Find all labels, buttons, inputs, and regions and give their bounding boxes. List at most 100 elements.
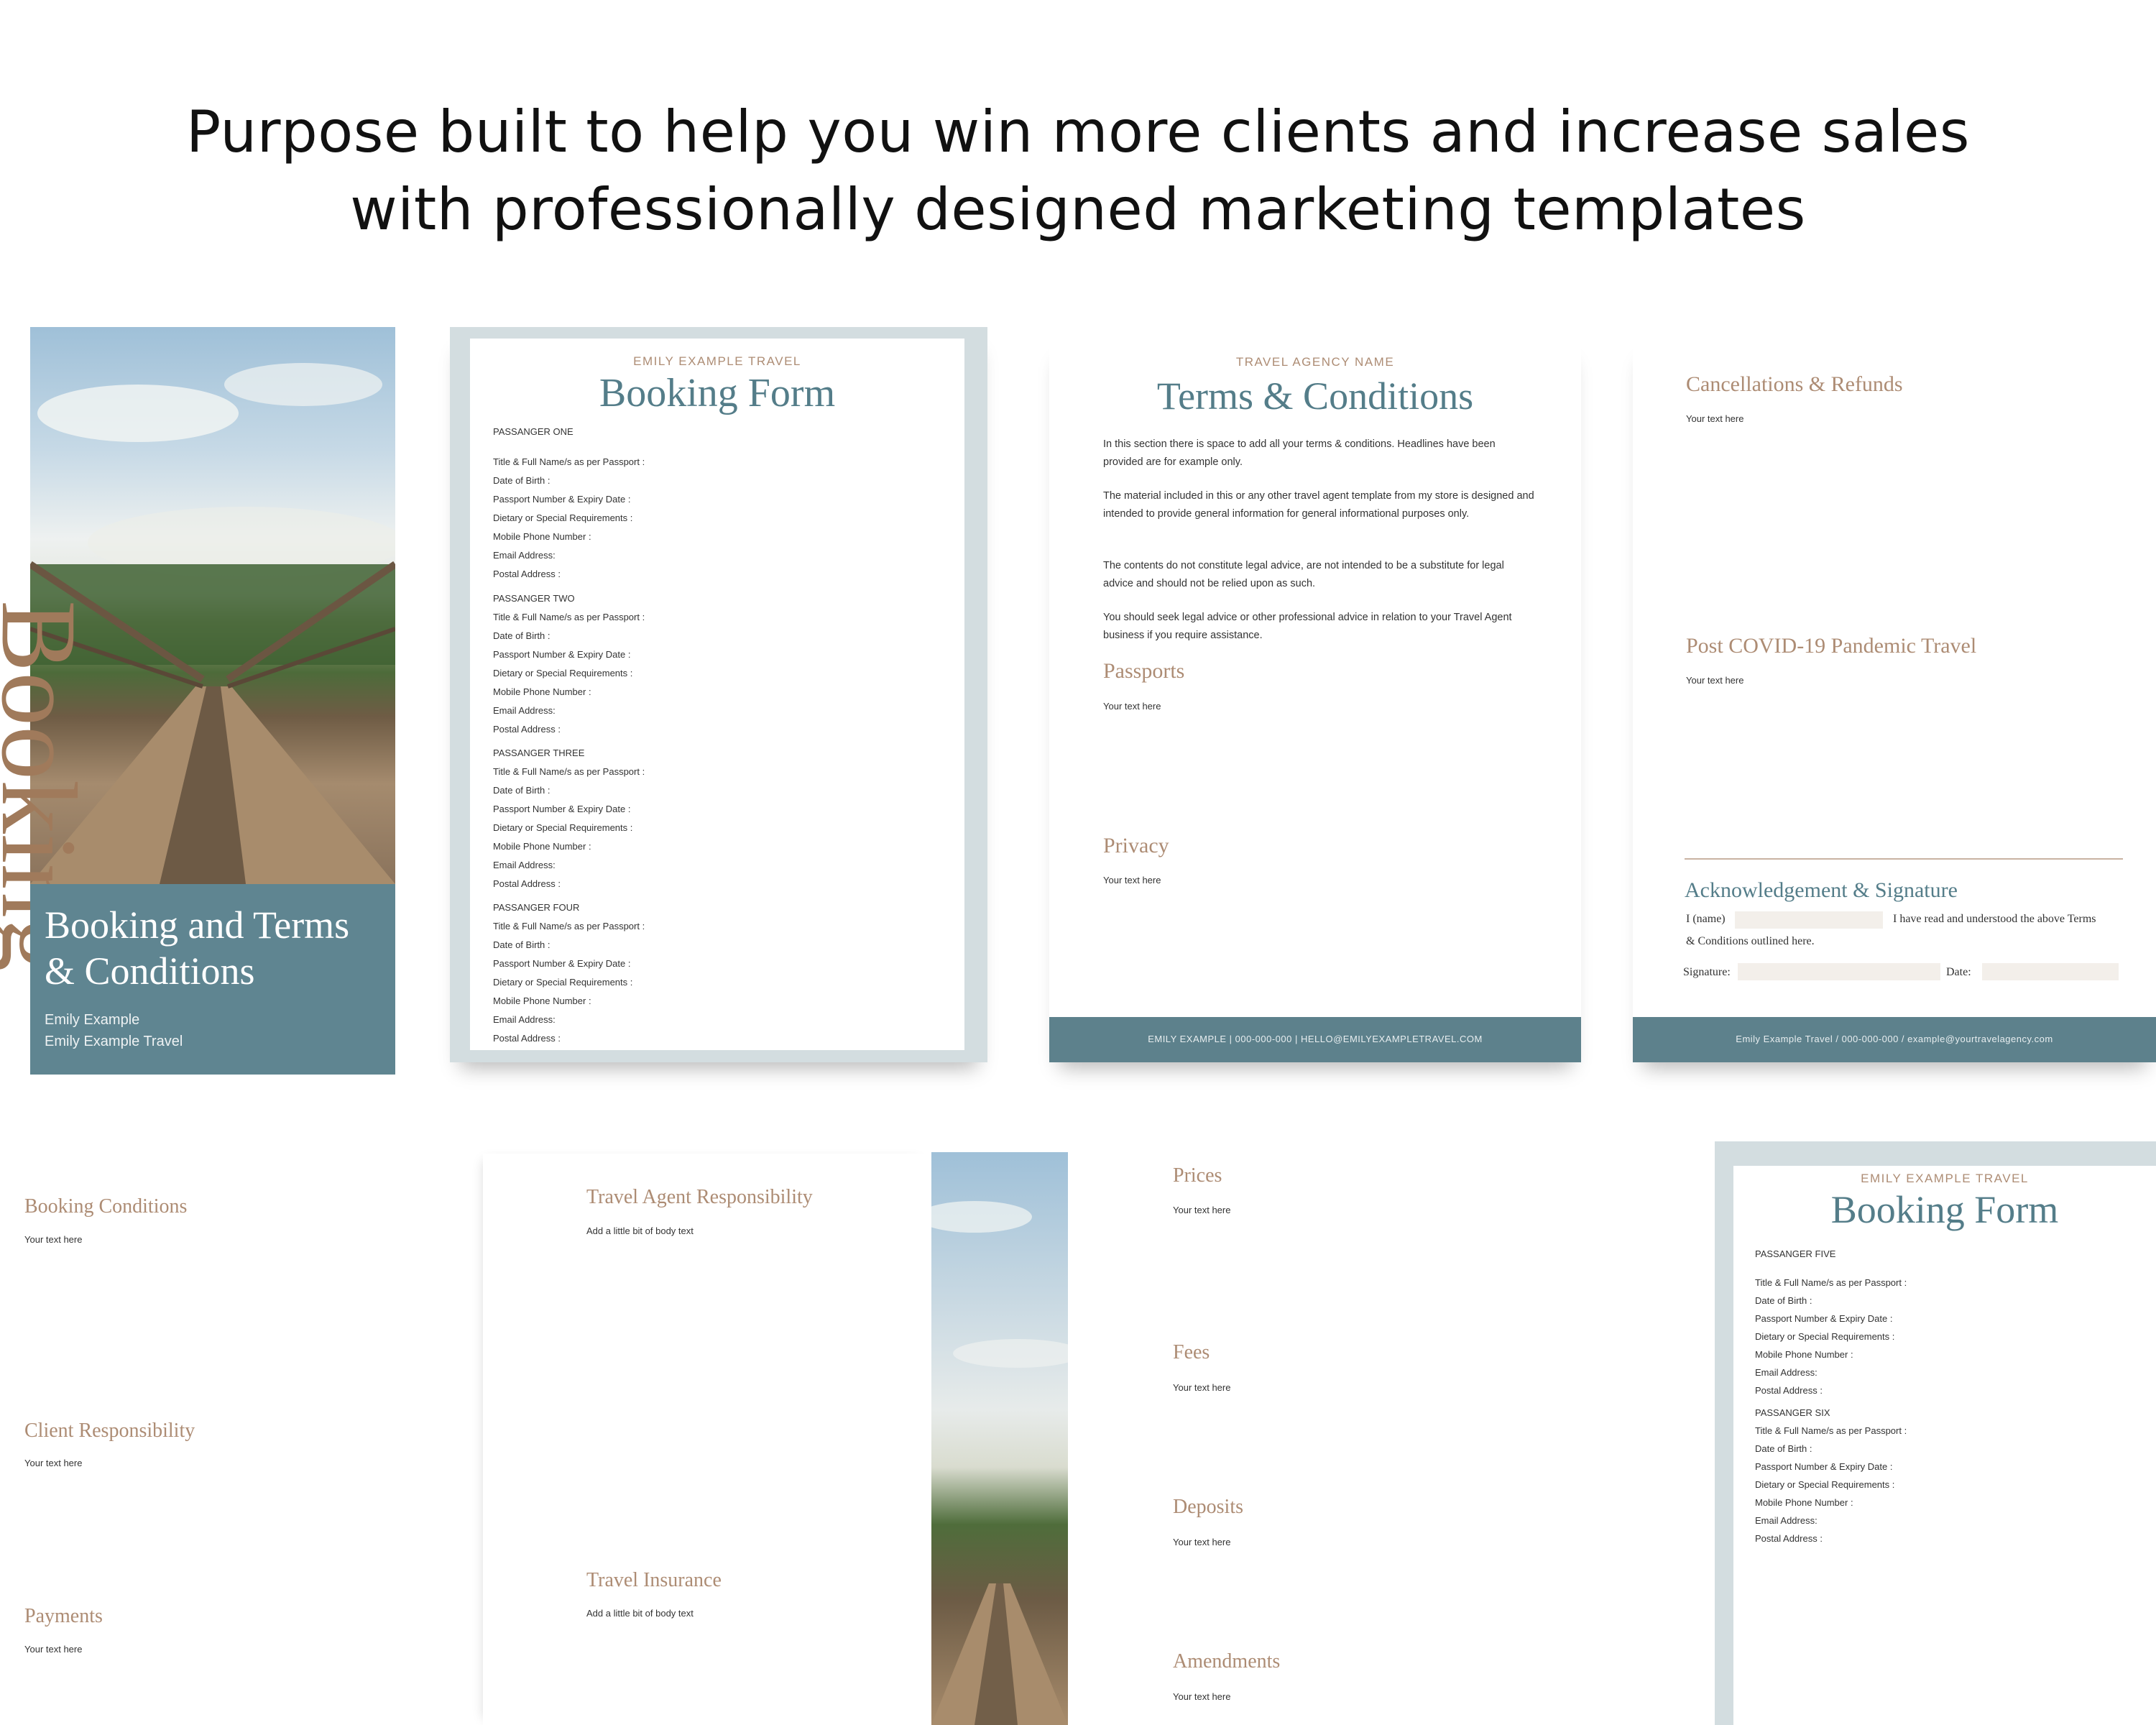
passenger-block-2: PASSANGER TWO Title & Full Name/s as per… (493, 593, 645, 742)
field-label: Email Address: (493, 860, 556, 870)
cover-side-word: Booking (0, 600, 98, 972)
read-text-1: I have read and understood the above Ter… (1893, 913, 2096, 925)
field-label: Email Address: (493, 705, 556, 716)
passenger-block-6: PASSANGER SIX Title & Full Name/s as per… (1755, 1407, 1907, 1551)
booking-agency-2: EMILY EXAMPLE TRAVEL (1861, 1172, 2029, 1185)
passenger-block-5: PASSANGER FIVE Title & Full Name/s as pe… (1755, 1248, 1907, 1403)
passenger-block-1: PASSANGER ONE Title & Full Name/s as per… (493, 426, 645, 587)
cover-page: Booking Booking and Terms & Conditions E… (0, 327, 395, 1075)
terms-paragraph-3: The contents do not constitute legal adv… (1103, 560, 1504, 589)
booking-form-page-2: EMILY EXAMPLE TRAVEL Booking Form PASSAN… (1715, 1141, 2156, 1725)
divider (1685, 858, 2123, 860)
cancellations-page: Cancellations & Refunds Your text here P… (1633, 338, 2156, 1062)
passenger-heading: PASSANGER ONE (493, 426, 573, 437)
field-label: Mobile Phone Number : (493, 841, 591, 852)
deposits-heading: Deposits (1173, 1496, 1243, 1518)
field-label: Postal Address : (493, 1033, 561, 1044)
field-label: Dietary or Special Requirements : (493, 668, 633, 678)
field-label: Passport Number & Expiry Date : (493, 494, 631, 505)
prices-page: Prices Your text here Fees Your text her… (1068, 1152, 1718, 1725)
privacy-text: Your text here (1103, 875, 1161, 886)
terms-footer-bar: EMILY EXAMPLE | 000-000-000 | HELLO@EMIL… (1049, 1017, 1581, 1062)
terms-paragraph-4: You should seek legal advice or other pr… (1103, 612, 1512, 641)
headline: Purpose built to help you win more clien… (0, 93, 2156, 249)
agent-page: Travel Agent Responsibility Add a little… (483, 1154, 931, 1725)
read-text-2: & Conditions outlined here. (1686, 935, 1815, 947)
covid-heading: Post COVID-19 Pandemic Travel (1686, 634, 1977, 658)
headline-line-1: Purpose built to help you win more clien… (186, 98, 1970, 165)
passports-text: Your text here (1103, 701, 1161, 712)
cover-title-line-2: & Conditions (45, 949, 255, 993)
conditions-page: Booking Conditions Your text here Client… (0, 1154, 483, 1725)
terms-paragraph-1: In this section there is space to add al… (1103, 438, 1496, 468)
field-label: Date of Birth : (493, 785, 550, 796)
payments-heading: Payments (24, 1605, 103, 1627)
field-label: Date of Birth : (493, 630, 550, 641)
headline-line-2: with professionally designed marketing t… (350, 176, 1806, 243)
booking-form-sheet-1: EMILY EXAMPLE TRAVEL Booking Form PASSAN… (470, 339, 964, 1050)
prices-text: Your text here (1173, 1205, 1231, 1215)
fees-text: Your text here (1173, 1382, 1231, 1393)
photo-strip (931, 1152, 1068, 1725)
field-label: Date of Birth : (1755, 1295, 1812, 1306)
cancellations-footer-text: Emily Example Travel / 000-000-000 / exa… (1736, 1034, 2053, 1044)
name-field[interactable] (1735, 911, 1883, 929)
field-label: Title & Full Name/s as per Passport : (1755, 1277, 1907, 1288)
field-label: Email Address: (1755, 1515, 1818, 1526)
terms-agency: TRAVEL AGENCY NAME (1235, 355, 1395, 369)
cancellations-text: Your text here (1686, 413, 1744, 424)
signature-field[interactable] (1738, 963, 1940, 980)
travel-insurance-heading: Travel Insurance (586, 1569, 722, 1591)
booking-conditions-text: Your text here (24, 1234, 83, 1245)
field-label: Passport Number & Expiry Date : (1755, 1461, 1893, 1472)
cancellations-heading: Cancellations & Refunds (1686, 372, 1903, 396)
field-label: Dietary or Special Requirements : (1755, 1479, 1895, 1490)
field-label: Date of Birth : (1755, 1443, 1812, 1454)
field-label: Email Address: (493, 550, 556, 561)
booking-title-2: Booking Form (1830, 1188, 2059, 1231)
fees-heading: Fees (1173, 1341, 1210, 1363)
field-label: Title & Full Name/s as per Passport : (493, 612, 645, 622)
field-label: Mobile Phone Number : (493, 995, 591, 1006)
field-label: Postal Address : (493, 878, 561, 889)
field-label: Dietary or Special Requirements : (1755, 1331, 1895, 1342)
field-label: Title & Full Name/s as per Passport : (493, 456, 645, 467)
field-label: Title & Full Name/s as per Passport : (493, 921, 645, 932)
amendments-text: Your text here (1173, 1691, 1231, 1702)
cancellations-footer-bar: Emily Example Travel / 000-000-000 / exa… (1633, 1017, 2156, 1062)
terms-paragraph-2: The material included in this or any oth… (1103, 490, 1534, 520)
booking-form-sheet-2: EMILY EXAMPLE TRAVEL Booking Form PASSAN… (1733, 1166, 2156, 1725)
acknowledgement-heading: Acknowledgement & Signature (1685, 878, 1958, 902)
payments-text: Your text here (24, 1644, 83, 1655)
prices-heading: Prices (1173, 1164, 1222, 1187)
booking-form-page-1: EMILY EXAMPLE TRAVEL Booking Form PASSAN… (450, 327, 987, 1062)
cover-title-line-1: Booking and Terms (45, 903, 350, 947)
cover-name: Emily Example (45, 1012, 140, 1028)
passenger-block-4: PASSANGER FOUR Title & Full Name/s as pe… (493, 902, 645, 1052)
date-field[interactable] (1982, 963, 2119, 980)
terms-page: TRAVEL AGENCY NAME Terms & Conditions In… (1049, 338, 1581, 1062)
passenger-block-3: PASSANGER THREE Title & Full Name/s as p… (493, 748, 645, 897)
cover-title-panel: Booking and Terms & Conditions Emily Exa… (30, 884, 395, 1075)
photo-strip-illustration (931, 1152, 1068, 1725)
field-label: Title & Full Name/s as per Passport : (493, 766, 645, 777)
field-label: Postal Address : (1755, 1533, 1823, 1544)
field-label: Date of Birth : (493, 475, 550, 486)
field-label: Passport Number & Expiry Date : (493, 958, 631, 969)
field-label: Passport Number & Expiry Date : (1755, 1313, 1893, 1324)
booking-conditions-heading: Booking Conditions (24, 1195, 188, 1218)
booking-title-1: Booking Form (599, 371, 836, 415)
passenger-heading: PASSANGER FIVE (1755, 1248, 1836, 1259)
privacy-heading: Privacy (1103, 834, 1169, 857)
field-label: Postal Address : (493, 569, 561, 579)
field-label: Passport Number & Expiry Date : (493, 804, 631, 814)
field-label: Mobile Phone Number : (493, 686, 591, 697)
terms-footer-text: EMILY EXAMPLE | 000-000-000 | HELLO@EMIL… (1148, 1034, 1483, 1044)
covid-text: Your text here (1686, 675, 1744, 686)
name-label: I (name) (1686, 913, 1726, 925)
signature-label: Signature: (1683, 966, 1731, 978)
field-label: Dietary or Special Requirements : (493, 512, 633, 523)
terms-title: Terms & Conditions (1156, 374, 1474, 418)
field-label: Mobile Phone Number : (1755, 1349, 1853, 1360)
field-label: Email Address: (493, 1014, 556, 1025)
